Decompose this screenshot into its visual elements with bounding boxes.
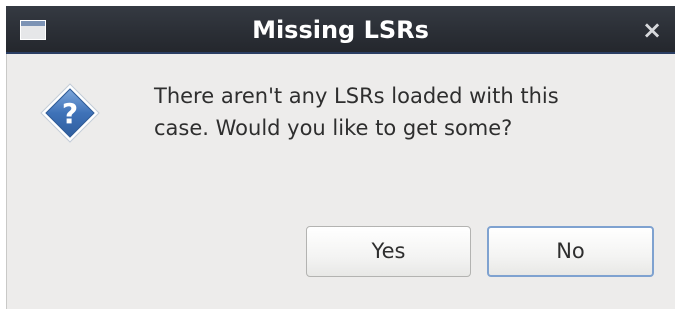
window-title: Missing LSRs (252, 16, 429, 44)
title-bar[interactable]: Missing LSRs × (6, 6, 675, 54)
dialog-body: ? There aren't any LSRs loaded with this… (6, 54, 675, 309)
question-icon: ? (40, 83, 100, 143)
dialog-message: There aren't any LSRs loaded with this c… (154, 84, 559, 140)
svg-text:?: ? (62, 97, 78, 130)
no-button[interactable]: No (487, 226, 654, 277)
dialog-window: Missing LSRs × ? There aren't any LSRs l… (0, 0, 675, 309)
close-icon[interactable]: × (637, 6, 667, 54)
yes-button[interactable]: Yes (306, 226, 471, 277)
